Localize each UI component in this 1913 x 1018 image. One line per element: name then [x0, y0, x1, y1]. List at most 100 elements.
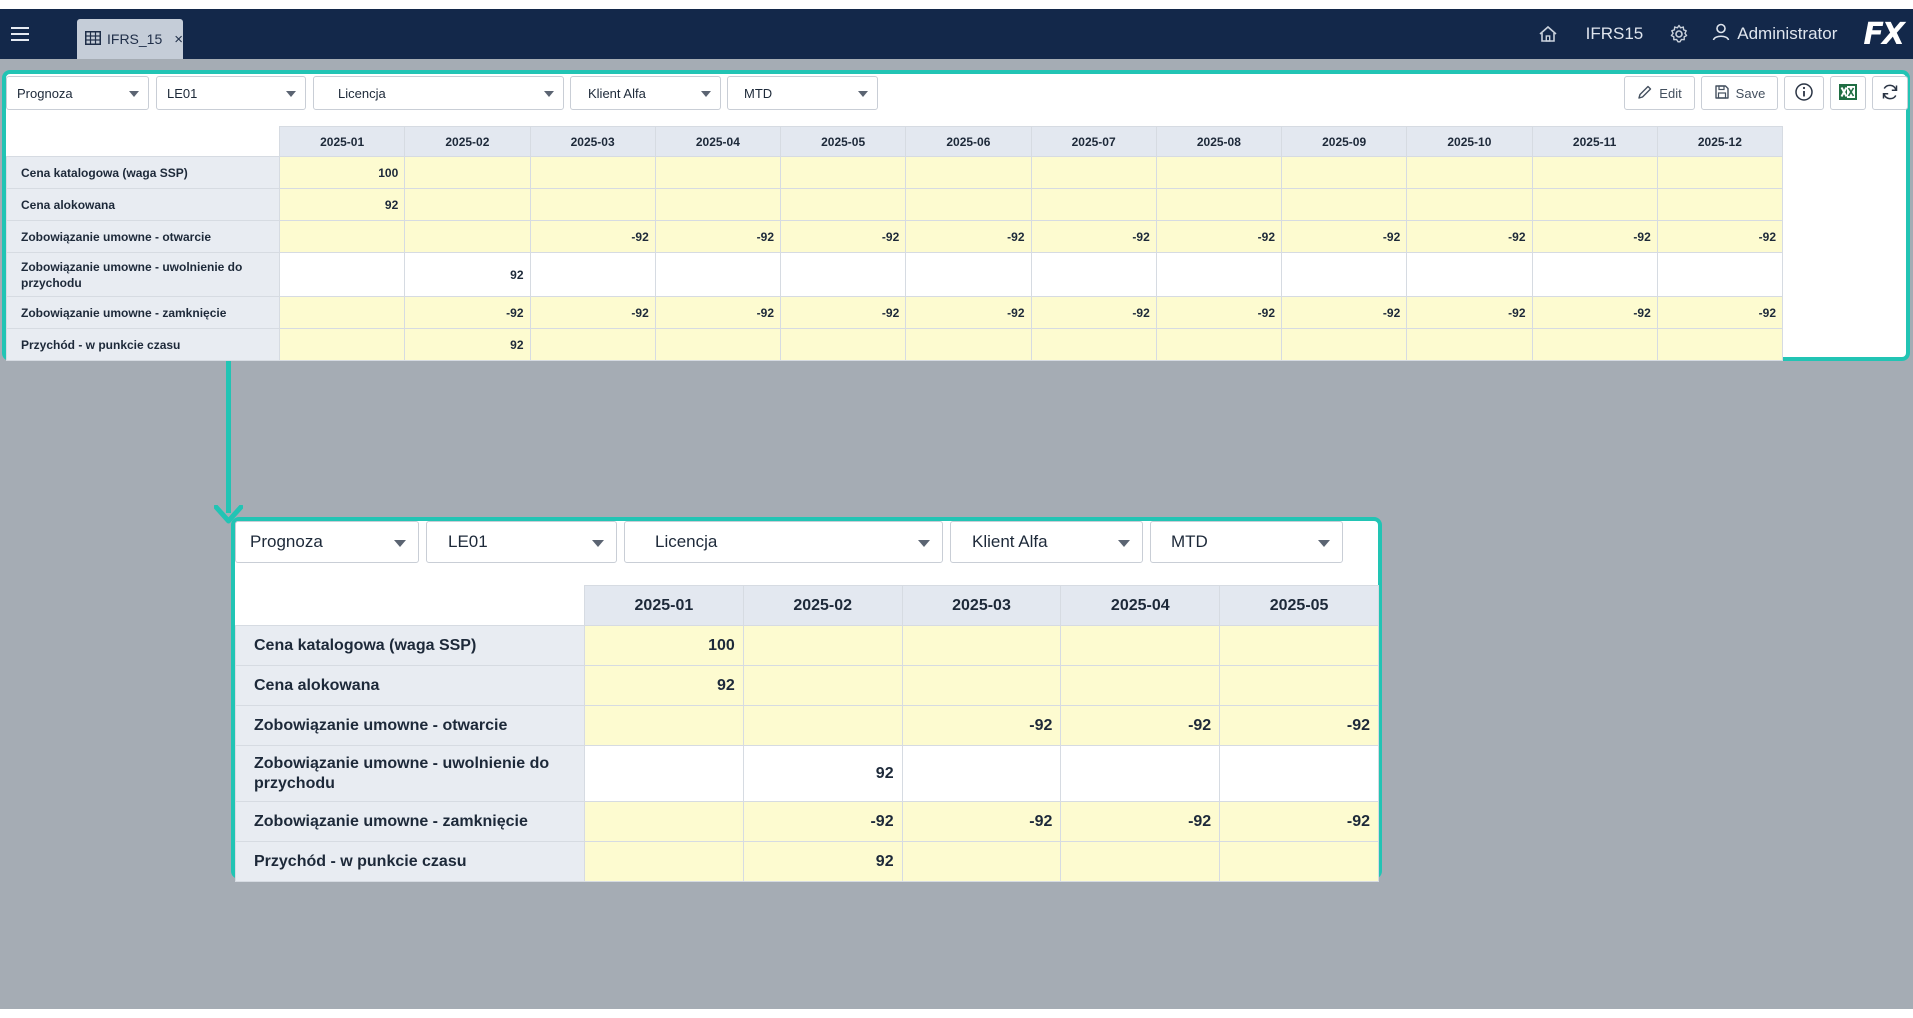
value-cell[interactable] [584, 841, 744, 882]
value-cell[interactable] [1155, 252, 1283, 297]
value-cell[interactable]: -92 [404, 296, 531, 329]
value-cell[interactable] [1030, 156, 1157, 189]
value-cell[interactable] [1280, 252, 1408, 297]
value-cell[interactable]: -92 [779, 296, 907, 329]
value-cell[interactable] [905, 188, 1032, 221]
value-cell[interactable] [1219, 841, 1379, 882]
value-cell[interactable] [1060, 745, 1221, 802]
value-cell[interactable] [278, 296, 406, 329]
value-cell[interactable] [901, 665, 1062, 706]
value-cell[interactable]: 100 [584, 625, 744, 666]
column-header[interactable]: 2025-04 [654, 126, 782, 157]
product-dropdown-zoom[interactable]: Licencja [624, 521, 943, 563]
column-header[interactable]: 2025-04 [1060, 585, 1221, 626]
column-header[interactable]: 2025-06 [905, 126, 1032, 157]
value-cell[interactable] [1280, 156, 1408, 189]
tab-ifrs-15[interactable]: IFRS_15 × [77, 19, 183, 59]
entity-dropdown[interactable]: LE01 [156, 76, 306, 110]
value-cell[interactable] [404, 156, 531, 189]
value-cell[interactable]: -92 [901, 801, 1062, 842]
scenario-dropdown[interactable]: Prognoza [6, 76, 149, 110]
column-header[interactable]: 2025-05 [779, 126, 907, 157]
value-cell[interactable] [654, 188, 782, 221]
column-header[interactable]: 2025-07 [1030, 126, 1157, 157]
value-cell[interactable]: -92 [901, 705, 1062, 746]
value-cell[interactable] [1531, 328, 1658, 361]
column-header[interactable]: 2025-05 [1219, 585, 1379, 626]
customer-dropdown[interactable]: Klient Alfa [570, 76, 721, 110]
value-cell[interactable]: -92 [742, 801, 903, 842]
value-cell[interactable] [1656, 328, 1784, 361]
value-cell[interactable] [901, 841, 1062, 882]
value-cell[interactable] [901, 625, 1062, 666]
value-cell[interactable] [901, 745, 1062, 802]
value-cell[interactable] [404, 188, 531, 221]
value-cell[interactable]: -92 [1656, 296, 1784, 329]
menu-icon[interactable] [4, 9, 36, 59]
value-cell[interactable] [1219, 745, 1379, 802]
value-cell[interactable] [654, 156, 782, 189]
save-button[interactable]: Save [1701, 76, 1778, 110]
value-cell[interactable]: -92 [1030, 220, 1157, 253]
value-cell[interactable]: 92 [278, 188, 406, 221]
value-cell[interactable] [278, 220, 406, 253]
value-cell[interactable] [529, 328, 656, 361]
value-cell[interactable]: -92 [529, 220, 656, 253]
column-header[interactable]: 2025-01 [278, 126, 406, 157]
user-menu[interactable]: Administrator [1711, 22, 1837, 47]
value-cell[interactable] [529, 156, 656, 189]
value-cell[interactable] [1531, 188, 1658, 221]
value-cell[interactable]: -92 [1219, 705, 1379, 746]
value-cell[interactable]: -92 [1280, 296, 1408, 329]
product-dropdown[interactable]: Licencja [313, 76, 564, 110]
value-cell[interactable]: -92 [1406, 220, 1533, 253]
value-cell[interactable] [1406, 156, 1533, 189]
value-cell[interactable] [1280, 328, 1408, 361]
value-cell[interactable] [1219, 625, 1379, 666]
value-cell[interactable]: -92 [1656, 220, 1784, 253]
entity-dropdown-zoom[interactable]: LE01 [426, 521, 617, 563]
column-header[interactable]: 2025-03 [901, 585, 1062, 626]
scenario-dropdown-zoom[interactable]: Prognoza [235, 521, 419, 563]
value-cell[interactable] [1060, 625, 1221, 666]
value-cell[interactable]: -92 [1531, 296, 1658, 329]
value-cell[interactable] [1531, 156, 1658, 189]
excel-export-button[interactable] [1830, 76, 1866, 110]
value-cell[interactable]: -92 [1155, 296, 1283, 329]
value-cell[interactable] [1406, 188, 1533, 221]
value-cell[interactable]: -92 [1280, 220, 1408, 253]
value-cell[interactable] [584, 801, 744, 842]
value-cell[interactable] [1030, 328, 1157, 361]
value-cell[interactable] [1030, 252, 1157, 297]
value-cell[interactable]: 92 [404, 328, 531, 361]
value-cell[interactable]: -92 [529, 296, 656, 329]
column-header[interactable]: 2025-03 [529, 126, 656, 157]
value-cell[interactable]: -92 [654, 296, 782, 329]
value-cell[interactable] [529, 188, 656, 221]
value-cell[interactable] [1656, 252, 1784, 297]
value-cell[interactable] [905, 156, 1032, 189]
column-header[interactable]: 2025-01 [584, 585, 744, 626]
settings-gear-icon[interactable] [1669, 24, 1689, 44]
value-cell[interactable] [1656, 188, 1784, 221]
column-header[interactable]: 2025-11 [1531, 126, 1658, 157]
value-cell[interactable] [278, 252, 406, 297]
column-header[interactable]: 2025-02 [742, 585, 903, 626]
value-cell[interactable] [654, 328, 782, 361]
value-cell[interactable] [779, 188, 907, 221]
value-cell[interactable] [1406, 328, 1533, 361]
value-cell[interactable] [905, 252, 1032, 297]
home-icon[interactable] [1538, 25, 1558, 43]
value-cell[interactable] [779, 328, 907, 361]
value-cell[interactable]: -92 [1219, 801, 1379, 842]
value-cell[interactable] [1280, 188, 1408, 221]
value-cell[interactable]: -92 [779, 220, 907, 253]
value-cell[interactable]: 92 [404, 252, 531, 297]
refresh-button[interactable] [1872, 76, 1908, 110]
value-cell[interactable]: -92 [1030, 296, 1157, 329]
value-cell[interactable] [1030, 188, 1157, 221]
column-header[interactable]: 2025-02 [404, 126, 531, 157]
value-cell[interactable]: -92 [1060, 705, 1221, 746]
value-cell[interactable]: -92 [1060, 801, 1221, 842]
value-cell[interactable]: -92 [1406, 296, 1533, 329]
